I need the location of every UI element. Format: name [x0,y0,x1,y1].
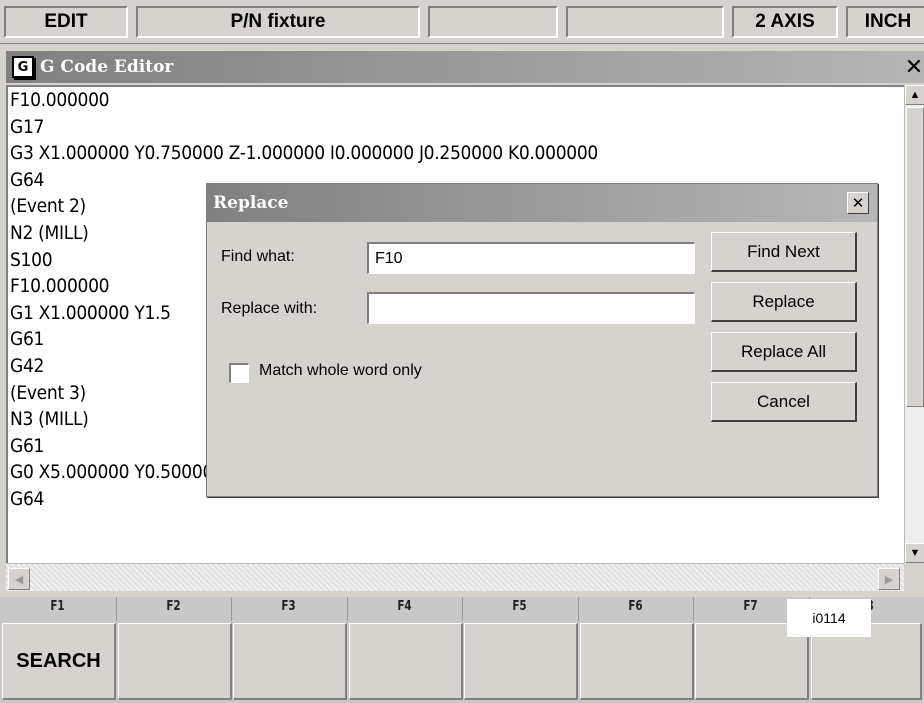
replace-all-button[interactable]: Replace All [711,332,857,372]
function-key-bar: F1SEARCHF2F3F4F5F6F7F8 [0,597,924,703]
close-icon[interactable]: ✕ [904,55,924,80]
fkey-button-5[interactable] [464,623,578,700]
replace-button[interactable]: Replace [711,282,857,322]
fkey-label-5: F5 [512,599,527,614]
match-whole-word-checkbox[interactable] [229,363,249,383]
fkey-button-6[interactable] [580,623,694,700]
cancel-button[interactable]: Cancel [711,382,857,422]
find-what-input[interactable]: F10 [367,242,695,274]
scroll-down-icon[interactable]: ▼ [905,543,924,563]
fkey-label-3: F3 [281,599,296,614]
replace-with-label: Replace with: [221,300,318,317]
fkey-button-1[interactable]: SEARCH [2,623,116,700]
fkey-button-2[interactable] [118,623,232,700]
axis-indicator: 2 AXIS [732,6,838,38]
scroll-left-icon[interactable]: ◀ [8,568,30,590]
find-what-label: Find what: [221,248,295,265]
fkey-separator [578,597,579,621]
fkey-separator [462,597,463,621]
find-next-button[interactable]: Find Next [711,232,857,272]
vertical-scrollbar[interactable]: ▲ ▼ [904,85,924,563]
fkey-separator [116,597,117,621]
fkey-separator [693,597,694,621]
part-name: P/N fixture [136,6,420,38]
code-line[interactable]: F10.000000 [8,87,904,114]
editor-title: G Code Editor [40,57,174,77]
scroll-up-icon[interactable]: ▲ [905,85,924,105]
app-icon: G [12,56,34,78]
status-cell-blank-2 [566,6,724,38]
replace-with-input[interactable] [367,292,695,324]
code-line[interactable]: G17 [8,114,904,141]
fkey-label-2: F2 [166,599,181,614]
code-line[interactable]: G3 X1.000000 Y0.750000 Z-1.000000 I0.000… [8,140,904,167]
match-whole-word-label: Match whole word only [259,362,422,379]
fkey-separator [231,597,232,621]
image-id-badge: i0114 [787,599,871,637]
dialog-title: Replace [213,193,289,213]
status-bar: EDIT P/N fixture 2 AXIS INCH [0,0,924,44]
fkey-label-6: F6 [628,599,643,614]
vertical-scroll-thumb[interactable] [906,107,924,407]
replace-dialog: Replace ✕ Find what: F10 Replace with: M… [206,183,878,497]
editor-titlebar: G G Code Editor ✕ [6,51,924,83]
fkey-button-3[interactable] [233,623,347,700]
fkey-button-4[interactable] [349,623,463,700]
units-indicator: INCH [846,6,924,38]
dialog-close-icon[interactable]: ✕ [847,192,869,214]
status-cell-blank-1 [428,6,558,38]
fkey-label-1: F1 [50,599,65,614]
horizontal-scrollbar[interactable]: ◀ ▶ [6,563,904,591]
scroll-right-icon[interactable]: ▶ [878,568,900,590]
fkey-label-7: F7 [743,599,758,614]
fkey-separator [347,597,348,621]
dialog-titlebar: Replace ✕ [207,184,877,222]
cnc-screen: EDIT P/N fixture 2 AXIS INCH G G Code Ed… [0,0,924,703]
fkey-label-4: F4 [397,599,412,614]
mode-indicator: EDIT [4,6,128,38]
